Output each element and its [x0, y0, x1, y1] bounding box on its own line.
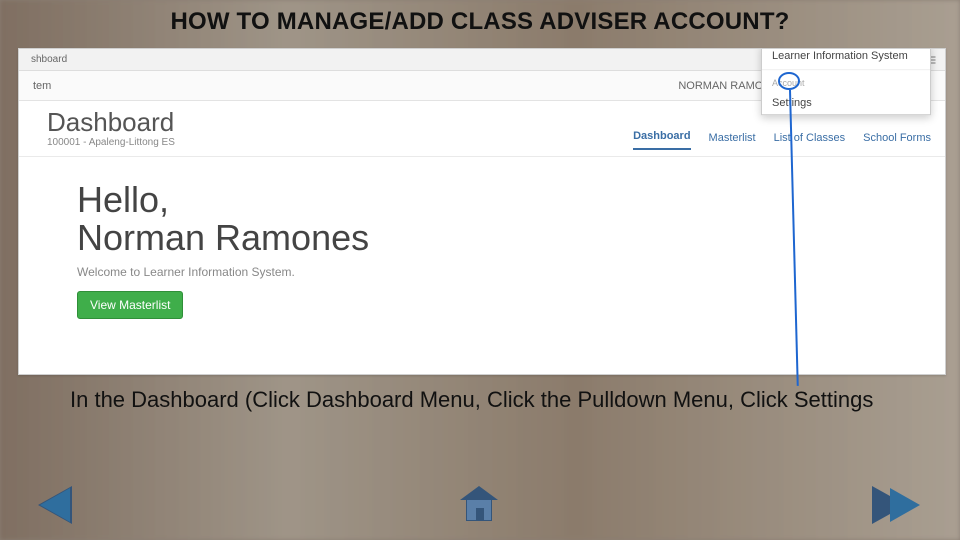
browser-tab[interactable]: shboard — [27, 54, 71, 65]
nav-classes[interactable]: List of Classes — [774, 132, 846, 150]
nav-masterlist[interactable]: Masterlist — [709, 132, 756, 150]
slide-title: HOW TO MANAGE/ADD CLASS ADVISER ACCOUNT? — [0, 8, 960, 36]
next-slide-button[interactable] — [874, 488, 920, 522]
greeting-sub: Welcome to Learner Information System. — [77, 265, 945, 279]
nav-school-forms[interactable]: School Forms — [863, 132, 931, 150]
app-screenshot: shboard tem NORMAN RAMONES Sign out DepE… — [18, 48, 946, 375]
home-slide-button[interactable] — [460, 486, 500, 526]
home-icon — [460, 486, 498, 524]
page-title: Dashboard — [47, 109, 175, 135]
dashboard-nav: Dashboard Masterlist List of Classes Sch… — [633, 109, 931, 156]
greeting-line2: Norman Ramones — [77, 217, 369, 258]
lis-brand: tem — [33, 80, 51, 92]
dropdown-divider — [762, 69, 930, 70]
school-subtitle: 100001 - Apaleng-Littong ES — [47, 137, 175, 148]
greeting-line1: Hello, — [77, 179, 169, 220]
dropdown-settings[interactable]: Settings — [762, 92, 930, 114]
dropdown-account-label: Account — [762, 72, 930, 92]
view-masterlist-button[interactable]: View Masterlist — [77, 291, 183, 319]
prev-slide-button[interactable] — [40, 488, 86, 522]
greeting-block: Hello, Norman Ramones Welcome to Learner… — [19, 157, 945, 319]
instruction-caption: In the Dashboard (Click Dashboard Menu, … — [70, 386, 890, 414]
user-dropdown: Learner Information System Account Setti… — [761, 48, 931, 115]
nav-dashboard[interactable]: Dashboard — [633, 130, 690, 150]
dropdown-lis-link[interactable]: Learner Information System — [762, 48, 930, 67]
